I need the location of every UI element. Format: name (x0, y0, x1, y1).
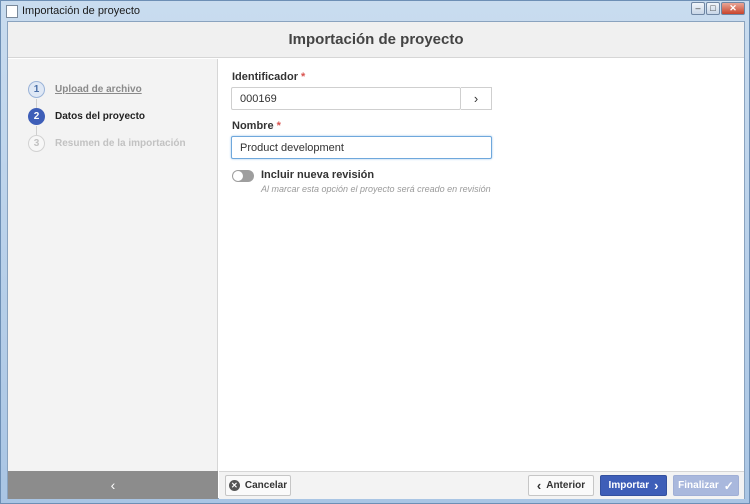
import-button[interactable]: Importar › (600, 475, 667, 496)
required-mark: * (301, 71, 306, 83)
window-controls: – □ ✕ (691, 2, 745, 15)
previous-label: Anterior (546, 480, 586, 491)
minimize-button[interactable]: – (691, 2, 705, 15)
import-label: Importar (608, 480, 650, 491)
close-button[interactable]: ✕ (721, 2, 745, 15)
revision-toggle-label: Incluir nueva revisión (261, 169, 375, 181)
previous-button[interactable]: ‹ Anterior (528, 475, 594, 496)
step-number: 1 (28, 81, 45, 98)
identifier-input[interactable] (231, 87, 461, 110)
title-bar: Importación de proyecto – □ ✕ (1, 1, 749, 21)
step-label: Resumen de la importación (55, 138, 186, 149)
header: Importación de proyecto (8, 22, 744, 58)
step-label: Upload de archivo (55, 84, 142, 95)
step-project-data: 2 Datos del proyecto (28, 108, 145, 125)
revision-toggle[interactable] (232, 170, 254, 182)
check-icon: ✓ (723, 478, 734, 493)
step-label: Datos del proyecto (55, 111, 146, 122)
finish-label: Finalizar (678, 480, 719, 491)
cancel-button[interactable]: ✕ Cancelar (225, 475, 291, 496)
name-label: Nombre * (232, 120, 281, 132)
toggle-knob (233, 171, 243, 181)
revision-help-text: Al marcar esta opción el proyecto será c… (261, 184, 491, 194)
window-title: Importación de proyecto (22, 5, 141, 17)
step-upload[interactable]: 1 Upload de archivo (28, 81, 142, 98)
step-summary: 3 Resumen de la importación (28, 135, 186, 152)
chevron-left-icon: ‹ (110, 477, 116, 493)
form-panel: Identificador* › Nombre* Incluir nueva r… (219, 59, 744, 471)
step-number: 3 (28, 135, 45, 152)
finish-button[interactable]: Finalizar ✓ (673, 475, 739, 496)
required-mark: * (276, 120, 281, 132)
maximize-button[interactable]: □ (706, 2, 720, 15)
app-icon (6, 4, 18, 18)
name-label-text: Nombre (232, 120, 274, 132)
cancel-label: Cancelar (244, 480, 288, 491)
dialog-body: Importación de proyecto 1 Upload de arch… (7, 21, 745, 499)
page-title: Importación de proyecto (288, 31, 464, 48)
collapse-sidebar-button[interactable]: ‹ (8, 471, 218, 499)
step-number: 2 (28, 108, 45, 125)
identifier-label: Identificador * (232, 71, 305, 83)
chevron-right-icon: › (654, 478, 659, 493)
window: Importación de proyecto – □ ✕ Importació… (0, 0, 750, 504)
footer-actions: ✕ Cancelar ‹ Anterior Importar › Finaliz… (219, 471, 744, 499)
identifier-picker-button[interactable]: › (461, 87, 492, 110)
chevron-left-icon: ‹ (536, 478, 542, 493)
name-input[interactable] (231, 136, 492, 159)
wizard-steps: 1 Upload de archivo 2 Datos del proyecto… (8, 59, 218, 471)
identifier-label-text: Identificador (232, 71, 299, 83)
chevron-right-icon: › (473, 91, 479, 106)
close-circle-icon: ✕ (228, 480, 240, 491)
